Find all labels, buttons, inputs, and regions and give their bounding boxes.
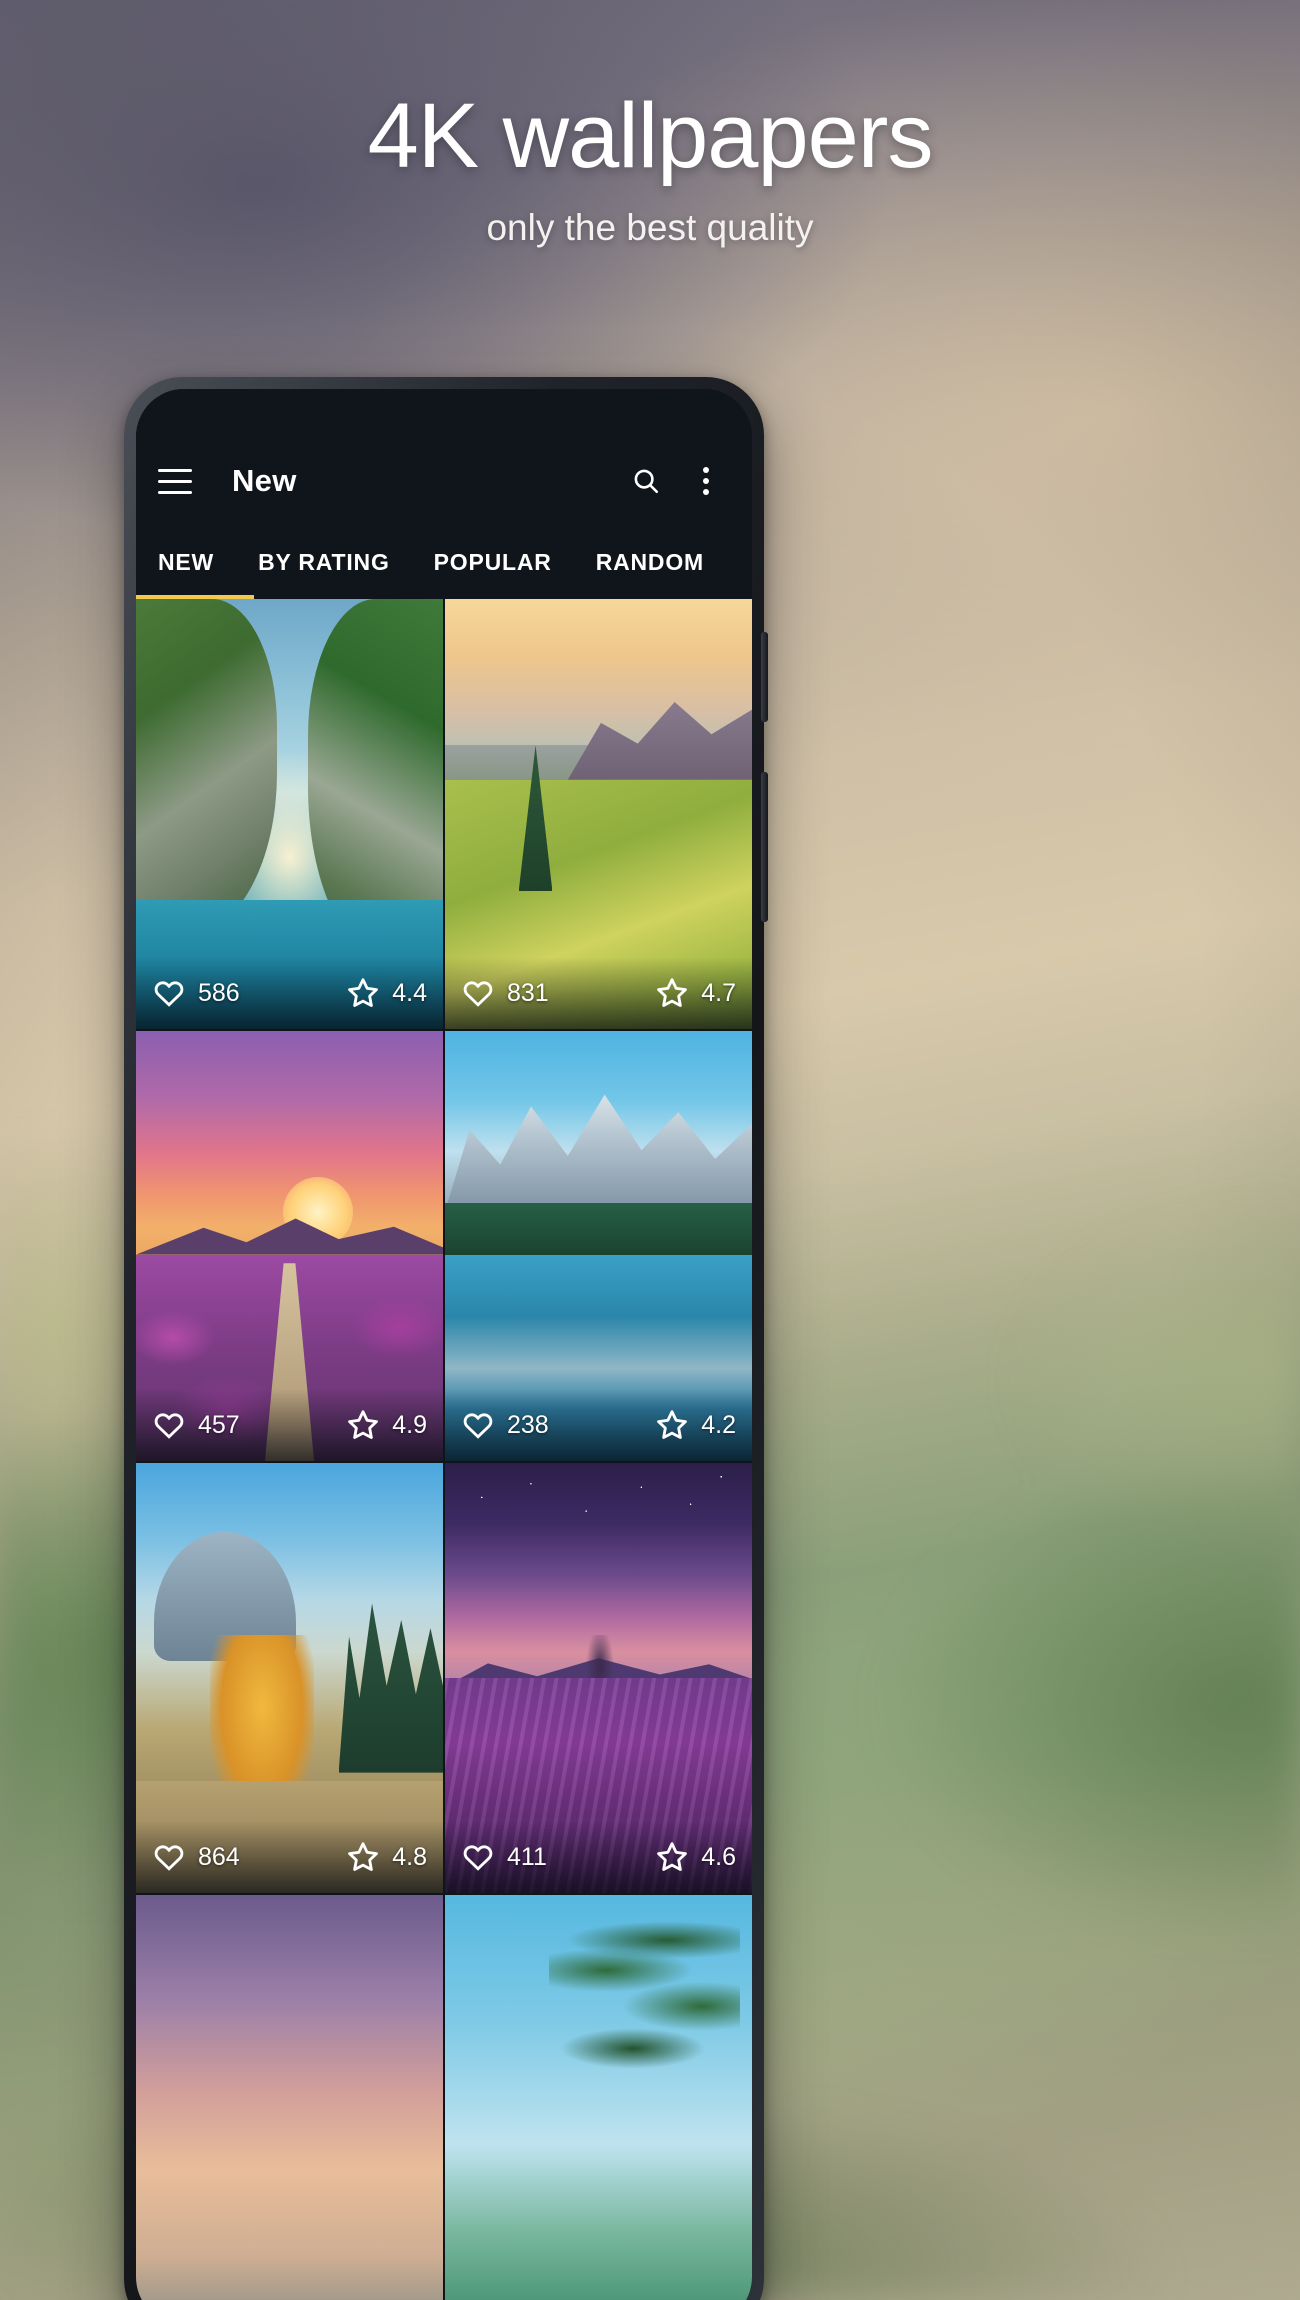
rating-group[interactable]: 4.7 bbox=[655, 976, 736, 1010]
like-group[interactable]: 457 bbox=[152, 1408, 240, 1442]
like-count: 864 bbox=[198, 1842, 240, 1871]
like-count: 411 bbox=[507, 1842, 547, 1871]
overflow-dot bbox=[703, 489, 709, 495]
rating-group[interactable]: 4.2 bbox=[655, 1408, 736, 1442]
star-icon bbox=[655, 976, 689, 1010]
like-count: 831 bbox=[507, 978, 549, 1007]
wallpaper-meta: 411 4.6 bbox=[445, 1821, 752, 1893]
wallpaper-meta: 586 4.4 bbox=[136, 957, 443, 1029]
like-count: 457 bbox=[198, 1410, 240, 1439]
heart-icon bbox=[461, 976, 495, 1010]
rating-value: 4.6 bbox=[701, 1842, 736, 1871]
wallpaper-app: New NEW BY RATING POPULAR RANDOM 586 4.4… bbox=[136, 389, 752, 2300]
rating-value: 4.8 bbox=[392, 1842, 427, 1871]
app-bar-title: New bbox=[232, 463, 297, 498]
promo-text-block: 4K wallpapers only the best quality bbox=[0, 88, 1300, 249]
tab-bar: NEW BY RATING POPULAR RANDOM bbox=[136, 525, 752, 599]
wallpaper-card[interactable]: 411 4.6 bbox=[445, 1463, 752, 1893]
like-count: 238 bbox=[507, 1410, 549, 1439]
wallpaper-thumbnail bbox=[136, 1895, 443, 2300]
search-icon[interactable] bbox=[622, 457, 670, 505]
like-group[interactable]: 831 bbox=[461, 976, 549, 1010]
menu-line bbox=[158, 490, 192, 494]
heart-icon bbox=[461, 1840, 495, 1874]
phone-screen: New NEW BY RATING POPULAR RANDOM 586 4.4… bbox=[136, 389, 752, 2300]
menu-line bbox=[158, 479, 192, 483]
page-subtitle: only the best quality bbox=[486, 206, 814, 248]
rating-group[interactable]: 4.8 bbox=[346, 1840, 427, 1874]
wallpaper-grid: 586 4.4 831 4.7 457 4.9 238 4.2 864 4.8 … bbox=[136, 599, 752, 2300]
heart-icon bbox=[152, 976, 186, 1010]
hamburger-menu-icon[interactable] bbox=[158, 458, 204, 504]
tab-popular[interactable]: POPULAR bbox=[412, 525, 574, 599]
like-group[interactable]: 411 bbox=[461, 1840, 547, 1874]
app-bar: New bbox=[136, 437, 752, 525]
wallpaper-meta: 831 4.7 bbox=[445, 957, 752, 1029]
heart-icon bbox=[152, 1408, 186, 1442]
like-group[interactable]: 864 bbox=[152, 1840, 240, 1874]
phone-volume-button bbox=[761, 632, 768, 722]
tab-by-rating[interactable]: BY RATING bbox=[236, 525, 412, 599]
wallpaper-meta: 457 4.9 bbox=[136, 1389, 443, 1461]
star-icon bbox=[655, 1408, 689, 1442]
tab-random[interactable]: RANDOM bbox=[574, 525, 726, 599]
wallpaper-card[interactable]: 238 4.2 bbox=[445, 1031, 752, 1461]
wallpaper-meta: 238 4.2 bbox=[445, 1389, 752, 1461]
wallpaper-card[interactable] bbox=[445, 1895, 752, 2300]
phone-mockup: New NEW BY RATING POPULAR RANDOM 586 4.4… bbox=[124, 377, 768, 2300]
rating-value: 4.7 bbox=[701, 978, 736, 1007]
wallpaper-card[interactable]: 457 4.9 bbox=[136, 1031, 443, 1461]
overflow-dot bbox=[703, 478, 709, 484]
rating-group[interactable]: 4.9 bbox=[346, 1408, 427, 1442]
menu-line bbox=[158, 468, 192, 472]
rating-group[interactable]: 4.4 bbox=[346, 976, 427, 1010]
star-icon bbox=[655, 1840, 689, 1874]
star-icon bbox=[346, 1840, 380, 1874]
wallpaper-meta: 864 4.8 bbox=[136, 1821, 443, 1893]
more-vertical-icon[interactable] bbox=[682, 457, 730, 505]
wallpaper-card[interactable]: 864 4.8 bbox=[136, 1463, 443, 1893]
heart-icon bbox=[152, 1840, 186, 1874]
star-icon bbox=[346, 1408, 380, 1442]
rating-value: 4.9 bbox=[392, 1410, 427, 1439]
overflow-dot bbox=[703, 467, 709, 473]
rating-value: 4.2 bbox=[701, 1410, 736, 1439]
wallpaper-card[interactable]: 586 4.4 bbox=[136, 599, 443, 1029]
status-bar bbox=[136, 389, 752, 437]
heart-icon bbox=[461, 1408, 495, 1442]
page-title: 4K wallpapers bbox=[367, 85, 934, 187]
wallpaper-thumbnail bbox=[445, 1895, 752, 2300]
tab-new[interactable]: NEW bbox=[158, 525, 236, 599]
like-group[interactable]: 238 bbox=[461, 1408, 549, 1442]
like-group[interactable]: 586 bbox=[152, 976, 240, 1010]
star-icon bbox=[346, 976, 380, 1010]
rating-group[interactable]: 4.6 bbox=[655, 1840, 736, 1874]
wallpaper-card[interactable]: 831 4.7 bbox=[445, 599, 752, 1029]
phone-power-button bbox=[761, 772, 768, 922]
rating-value: 4.4 bbox=[392, 978, 427, 1007]
wallpaper-card[interactable] bbox=[136, 1895, 443, 2300]
like-count: 586 bbox=[198, 978, 240, 1007]
